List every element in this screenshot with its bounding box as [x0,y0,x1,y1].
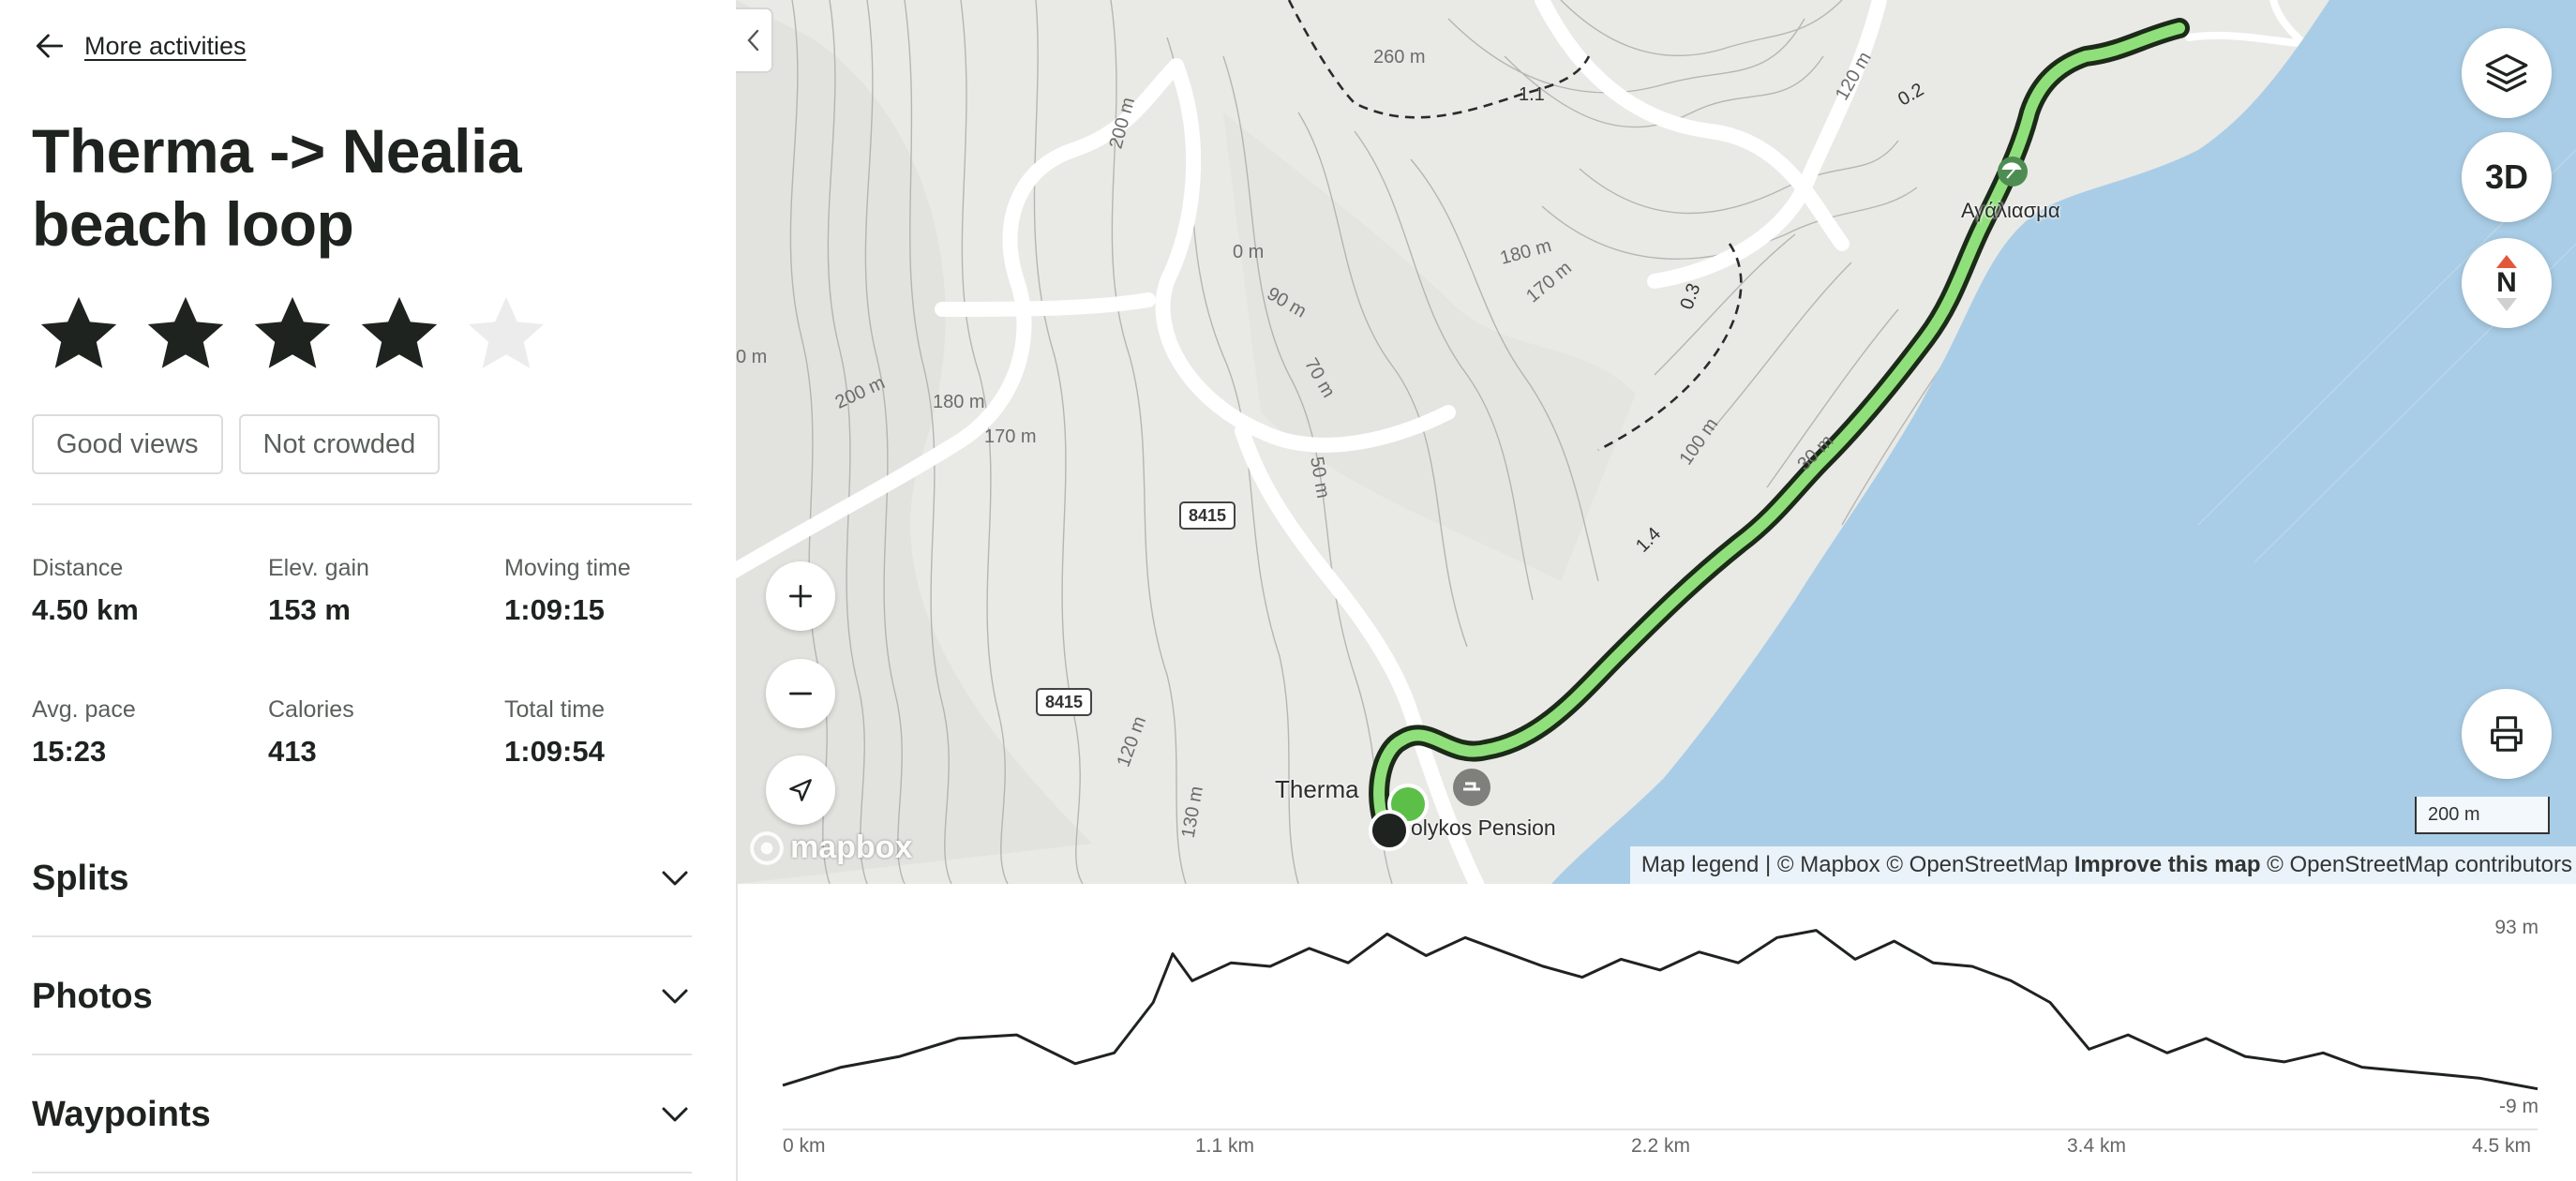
place-label-therma: Therma [1275,775,1359,803]
star-filled-icon [254,296,331,368]
stat-total-time: Total time 1:09:54 [504,696,605,769]
zoom-in-button[interactable] [766,561,835,631]
stat-value: 1:09:54 [504,735,605,768]
tag-list: Good views Not crowded [32,414,441,474]
x-tick-label: 4.5 km [2472,1135,2532,1157]
stat-distance: Distance 4.50 km [32,555,139,627]
stat-label: Distance [32,555,124,581]
toggle-3d-button[interactable]: 3D [2462,132,2552,222]
trail-km-label: 1.1 [1519,84,1545,105]
x-tick-label: 0 km [783,1135,826,1157]
star-filled-icon [147,296,224,368]
activity-sidebar: More activities Therma -> Nealia beach l… [0,0,736,1181]
stat-label: Avg. pace [32,696,136,723]
star-filled-icon [361,296,438,368]
map-legend-link[interactable]: Map legend [1641,852,1759,878]
layers-button[interactable] [2462,28,2552,118]
section-label: Waypoints [32,1094,211,1134]
print-button[interactable] [2462,689,2552,779]
stat-value: 1:09:15 [504,593,605,626]
divider [32,503,692,505]
contour-label: 180 m [933,392,985,412]
activity-title: Therma -> Nealia beach loop [32,116,522,259]
contour-label: 0 m [736,347,768,367]
stat-value: 153 m [268,593,351,626]
stat-avg-pace: Avg. pace 15:23 [32,696,136,769]
stat-label: Elev. gain [268,555,369,581]
chevron-down-icon [662,1107,688,1122]
contour-label: 0 m [1233,242,1265,262]
rating-stars [36,291,549,377]
place-label-statue: Αγάλιασμα [1961,199,2060,222]
section-splits[interactable]: Splits [32,819,692,937]
chevron-down-icon [662,989,688,1004]
x-tick-label: 3.4 km [2067,1135,2127,1157]
stat-label: Moving time [504,555,631,581]
stat-moving-time: Moving time 1:09:15 [504,555,631,627]
elevation-min-label: -9 m [2499,1096,2539,1117]
contour-label: 170 m [984,426,1037,447]
plus-icon [789,585,812,607]
collapse-sidebar-button[interactable] [736,7,773,73]
section-waypoints[interactable]: Waypoints [32,1055,692,1174]
toggle-3d-label: 3D [2484,157,2529,196]
map-attribution: Map legend | © Mapbox © OpenStreetMap Im… [1629,846,2576,884]
locate-me-button[interactable] [766,755,835,825]
contour-label: 260 m [1373,47,1426,67]
attribution-text[interactable]: | © Mapbox © OpenStreetMap [1759,852,2074,878]
printer-icon [2491,716,2523,752]
stat-elev-gain: Elev. gain 153 m [268,555,369,627]
improve-map-link[interactable]: Improve this map [2074,852,2261,878]
section-label: Photos [32,976,153,1016]
star-filled-icon [40,296,117,368]
compass-label: N [2496,267,2517,298]
back-link-label[interactable]: More activities [84,32,247,61]
arrow-left-icon [36,34,64,58]
compass-north-arrow-icon [2496,255,2517,268]
osm-contributors-link[interactable]: © OpenStreetMap contributors [2260,852,2572,878]
minus-icon [789,692,812,695]
compass-button[interactable]: N [2462,238,2552,328]
stat-label: Total time [504,696,605,723]
compass-south-arrow-icon [2496,298,2517,311]
x-tick-label: 1.1 km [1195,1135,1255,1157]
stat-calories: Calories 413 [268,696,354,769]
tag-not-crowded: Not crowded [238,414,441,474]
road-shield: 8415 [1036,688,1093,716]
elevation-series-line [782,929,2539,1091]
mapbox-logo-text: mapbox [790,830,913,865]
location-arrow-icon [789,779,812,801]
star-empty-icon [468,296,545,368]
layers-icon [2485,53,2528,93]
elevation-max-label: 93 m [2494,917,2539,938]
mapbox-logo[interactable]: mapbox [749,830,912,866]
map-view[interactable]: 260 m 200 m 200 m 180 m 170 m 180 m 170 … [736,0,2576,884]
chevron-down-icon [662,871,688,886]
stat-label: Calories [268,696,354,723]
mapbox-icon [750,830,784,865]
stat-value: 4.50 km [32,593,139,626]
tag-good-views: Good views [32,414,223,474]
divider [32,1172,692,1174]
elevation-profile[interactable]: 93 m -9 m 0 km 1.1 km 2.2 km 3.4 km 4.5 … [736,884,2576,1181]
chevron-left-icon [747,29,759,52]
zoom-out-button[interactable] [766,659,835,728]
back-link[interactable]: More activities [32,28,247,64]
x-tick-label: 2.2 km [1631,1135,1691,1157]
road-shield: 8415 [1179,501,1236,530]
place-label-pension: olykos Pension [1411,815,1556,840]
section-label: Splits [32,858,129,898]
stat-value: 413 [268,735,317,768]
scale-bar: 200 m [2415,797,2550,834]
stat-value: 15:23 [32,735,107,768]
section-photos[interactable]: Photos [32,937,692,1055]
